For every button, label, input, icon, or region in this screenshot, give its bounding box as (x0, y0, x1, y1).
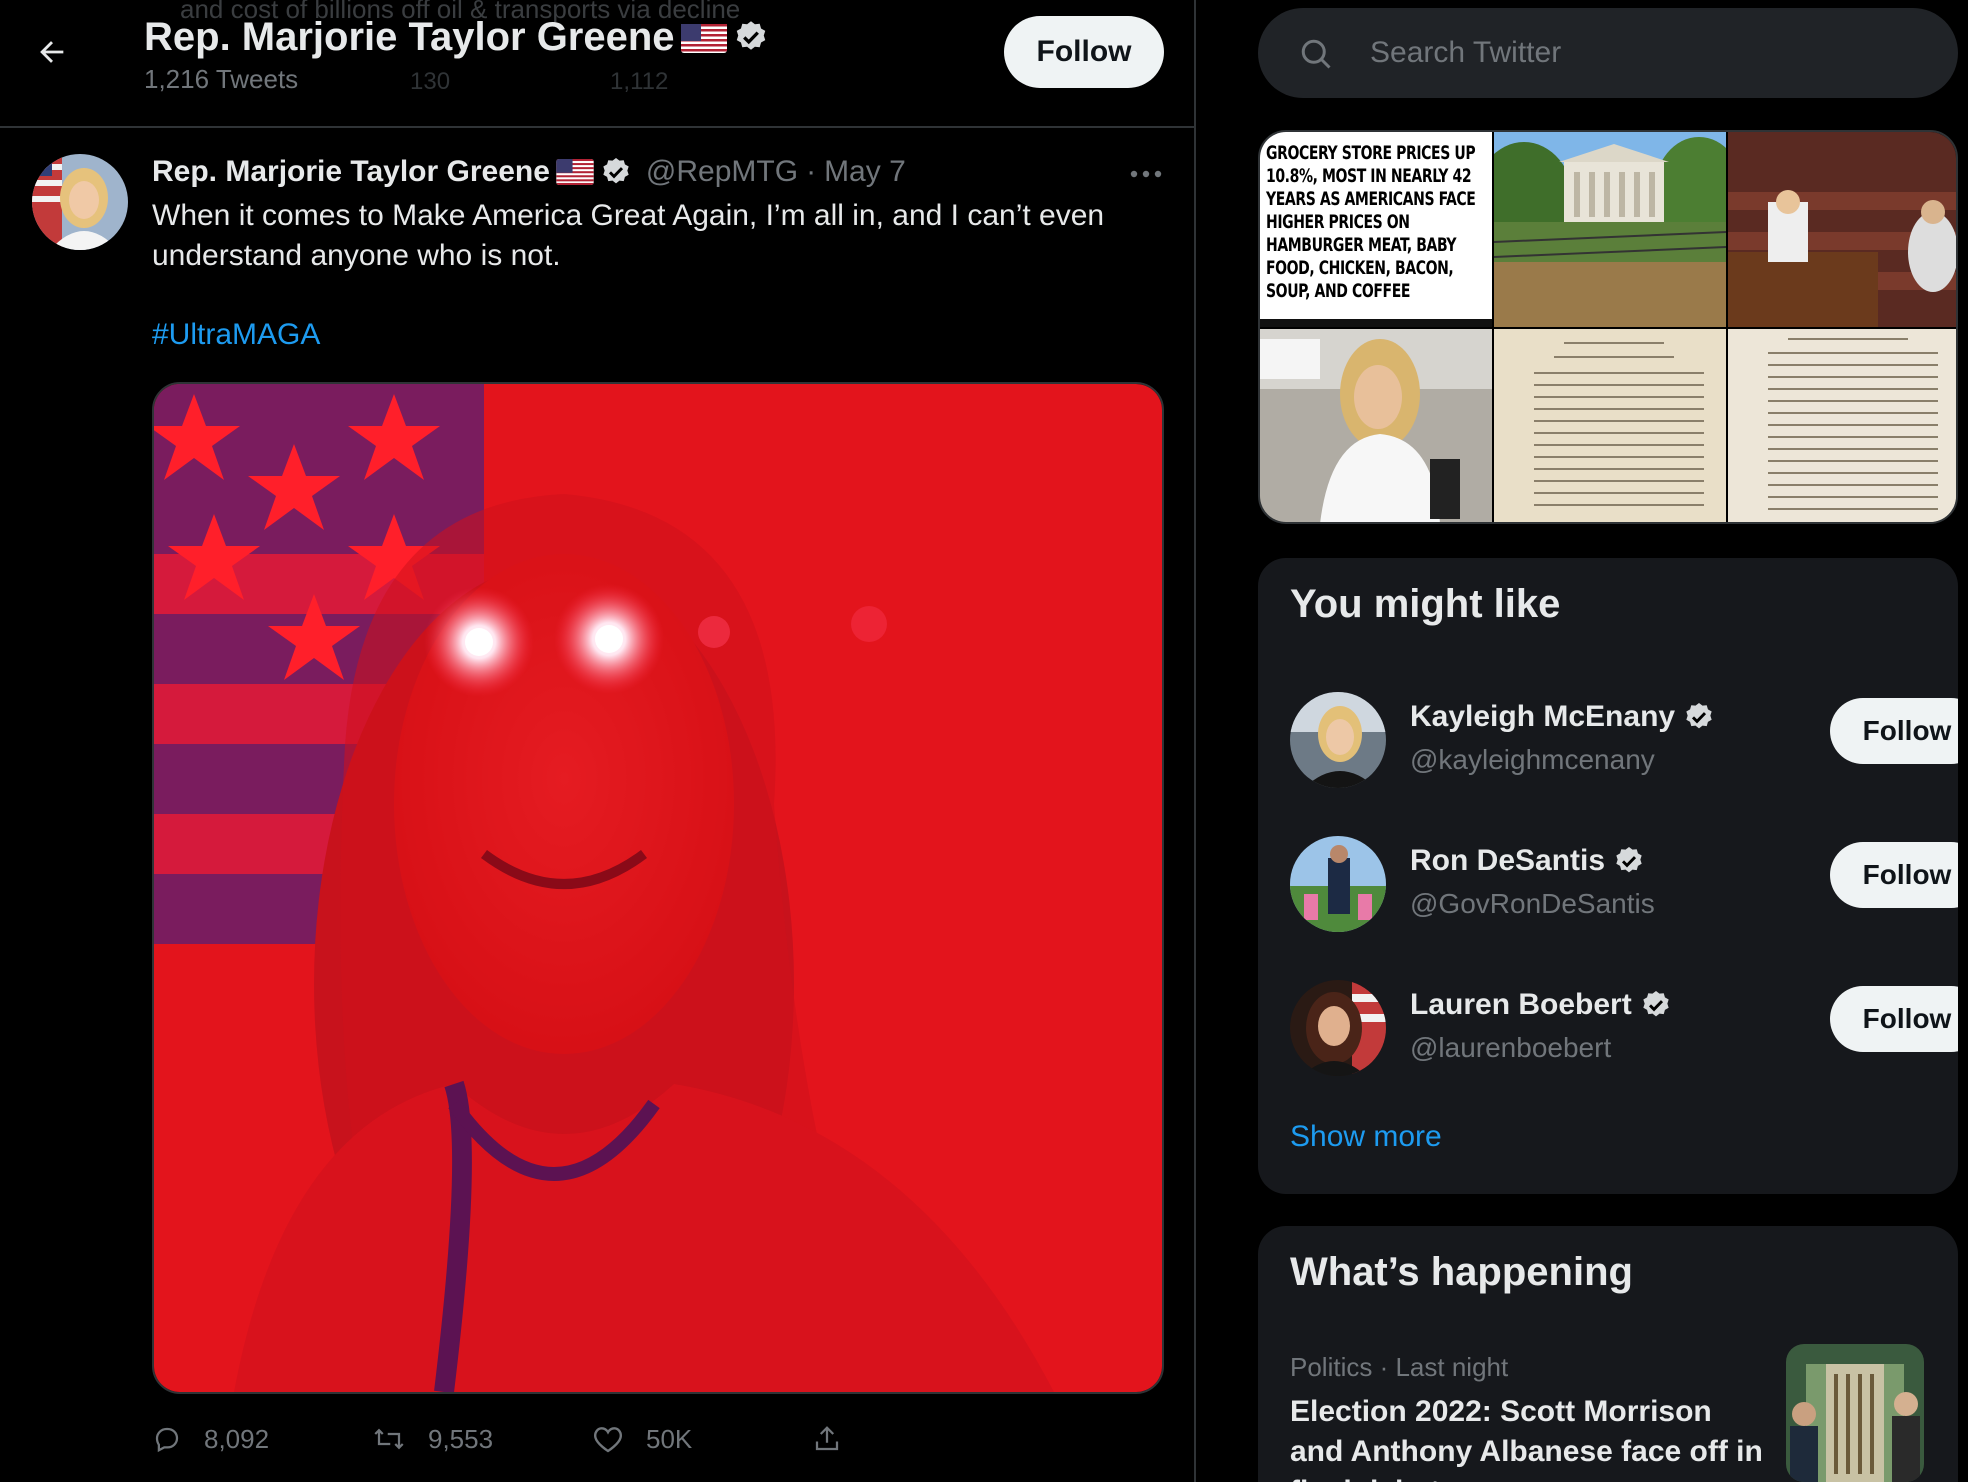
reply-button[interactable]: 8,092 (152, 1414, 269, 1464)
like-button[interactable]: 50K (592, 1414, 692, 1464)
reply-icon (155, 1427, 179, 1453)
profile-header: and cost of billions off oil & transport… (0, 0, 1194, 128)
trend-thumbnail[interactable] (1786, 1344, 1924, 1482)
suggested-user-row[interactable]: Kayleigh McEnany @kayleighmcenany Follow (1258, 658, 1958, 802)
media-headline-text: GROCERY STORE PRICES UP 10.8%, MOST IN N… (1266, 142, 1476, 302)
media-thumbnail[interactable] (1494, 132, 1726, 327)
more-options-button[interactable] (1128, 156, 1164, 192)
user-name-line: Kayleigh McEnany (1410, 700, 1715, 734)
like-count: 50K (646, 1423, 693, 1454)
user-handle: @kayleighmcenany (1410, 744, 1655, 775)
meta-separator: · (806, 155, 817, 188)
reply-count: 8,092 (204, 1423, 270, 1454)
user-name-line: Ron DeSantis (1410, 844, 1645, 878)
profile-title: Rep. Marjorie Taylor Greene (144, 12, 769, 62)
profile-name: Rep. Marjorie Taylor Greene (144, 14, 675, 59)
verified-badge-icon (1616, 847, 1642, 873)
user-name[interactable]: Lauren Boebert (1410, 988, 1632, 1022)
verified-badge-icon (1686, 703, 1712, 729)
heart-icon (594, 1427, 622, 1453)
retweet-icon (374, 1428, 404, 1450)
tweet-media-image[interactable] (152, 382, 1164, 1394)
us-flag-emoji (556, 159, 594, 185)
user-handle: @laurenboebert (1410, 1032, 1612, 1063)
retweet-button[interactable]: 9,553 (372, 1414, 493, 1464)
user-avatar[interactable] (1290, 980, 1386, 1076)
back-button[interactable] (28, 28, 76, 76)
suggested-user-row[interactable]: Lauren Boebert @laurenboebert Follow (1258, 946, 1958, 1090)
search-icon (1301, 39, 1331, 69)
who-to-follow-card: You might like Kayleigh McEnany @kayleig… (1258, 558, 1958, 1194)
ghost-like-count: 1,112 (610, 68, 669, 95)
media-thumbnail[interactable]: GROCERY STORE PRICES UP 10.8%, MOST IN N… (1260, 132, 1492, 327)
tweet-handle[interactable]: @RepMTG (646, 155, 798, 189)
media-thumbnail[interactable] (1728, 132, 1956, 327)
tweet-author-name[interactable]: Rep. Marjorie Taylor Greene (152, 155, 550, 189)
main-column: and cost of billions off oil & transport… (0, 0, 1196, 1482)
user-name[interactable]: Ron DeSantis (1410, 844, 1605, 878)
tweet[interactable]: Rep. Marjorie Taylor Greene @RepMTG · Ma… (0, 130, 1194, 1482)
search-bar[interactable] (1258, 8, 1958, 98)
media-grid: GROCERY STORE PRICES UP 10.8%, MOST IN N… (1258, 130, 1958, 524)
media-thumbnail[interactable] (1260, 329, 1492, 522)
share-button[interactable] (812, 1414, 842, 1464)
ghost-retweet-count: 130 (410, 68, 451, 95)
follow-button[interactable]: Follow (1830, 698, 1958, 764)
trend-category: Politics · Last night (1290, 1352, 1509, 1382)
tweet-text: When it comes to Make America Great Agai… (152, 199, 1105, 272)
media-thumbnail[interactable] (1728, 329, 1956, 522)
scrolled-tweet-ghost-actions: 130 1,112 (410, 68, 1010, 104)
share-icon (815, 1426, 839, 1451)
user-handle: @GovRonDeSantis (1410, 888, 1655, 919)
user-name[interactable]: Kayleigh McEnany (1410, 700, 1675, 734)
follow-button[interactable]: Follow (1830, 842, 1958, 908)
right-sidebar: GROCERY STORE PRICES UP 10.8%, MOST IN N… (1198, 0, 1968, 1482)
whats-happening-card: What’s happening Politics · Last night E… (1258, 1226, 1958, 1482)
suggested-user-row[interactable]: Ron DeSantis @GovRonDeSantis Follow (1258, 802, 1958, 946)
more-dots-icon (1130, 170, 1162, 178)
verified-badge-icon (600, 156, 632, 188)
verified-badge-icon (733, 19, 769, 55)
author-avatar[interactable] (32, 154, 128, 250)
tweet-actions: 8,092 9,553 50K (152, 1414, 1012, 1464)
tweet-count: 1,216 Tweets (144, 64, 299, 94)
user-avatar[interactable] (1290, 692, 1386, 788)
trend-title[interactable]: Election 2022: Scott Morrison and Anthon… (1290, 1392, 1770, 1482)
hashtag-link[interactable]: #UltraMAGA (152, 318, 320, 352)
tweet-date[interactable]: May 7 (824, 155, 906, 189)
user-name-line: Lauren Boebert (1410, 988, 1672, 1022)
user-avatar[interactable] (1290, 836, 1386, 932)
arrow-left-icon (40, 41, 64, 63)
who-to-follow-title: You might like (1290, 582, 1561, 626)
whats-happening-title: What’s happening (1290, 1250, 1633, 1294)
us-flag-emoji (680, 21, 727, 53)
follow-button[interactable]: Follow (1004, 16, 1164, 88)
retweet-count: 9,553 (428, 1423, 494, 1454)
follow-button[interactable]: Follow (1830, 986, 1958, 1052)
tweet-meta: Rep. Marjorie Taylor Greene @RepMTG · Ma… (152, 152, 906, 192)
show-more-link[interactable]: Show more (1290, 1120, 1442, 1154)
verified-badge-icon (1643, 991, 1669, 1017)
media-thumbnail[interactable] (1494, 329, 1726, 522)
search-input[interactable] (1370, 28, 1930, 78)
